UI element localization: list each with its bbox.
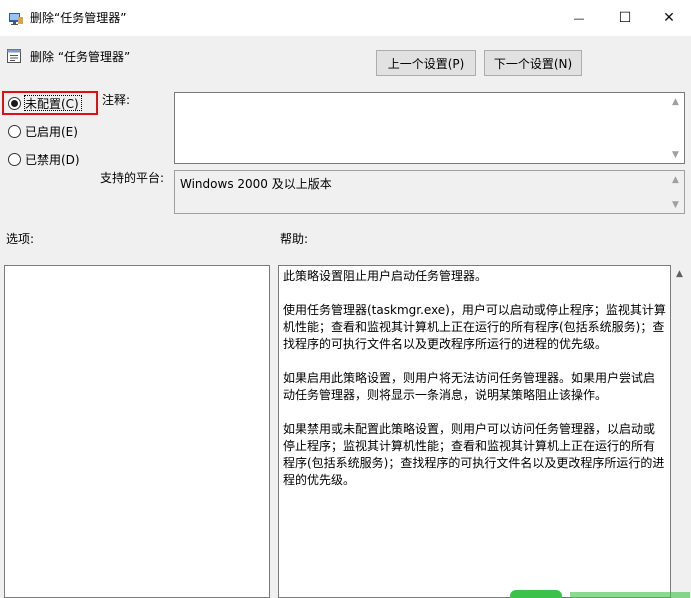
options-label: 选项: <box>6 232 35 246</box>
supported-platforms-field: Windows 2000 及以上版本 ▲ ▼ <box>174 170 685 214</box>
window-title: 删除“任务管理器” <box>30 11 127 25</box>
help-paragraph: 如果启用此策略设置，则用户将无法访问任务管理器。如果用户尝试启动任务管理器，则将… <box>283 371 656 402</box>
radio-label-enabled: 已启用(E) <box>25 124 78 139</box>
radio-not-configured[interactable]: 未配置(C) <box>8 93 79 113</box>
watermark-logo <box>510 590 690 598</box>
scroll-down-icon[interactable]: ▼ <box>667 146 684 163</box>
next-setting-button[interactable]: 下一个设置(N) <box>484 50 582 76</box>
help-paragraph: 使用任务管理器(taskmgr.exe)，用户可以启动或停止程序；监视其计算机性… <box>283 303 666 351</box>
scroll-up-icon[interactable]: ▲ <box>671 265 688 282</box>
previous-setting-button[interactable]: 上一个设置(P) <box>376 50 476 76</box>
radio-enabled[interactable]: 已启用(E) <box>8 121 78 141</box>
minimize-icon: — <box>573 11 585 25</box>
radio-label-not-configured: 未配置(C) <box>25 96 79 111</box>
scroll-up-icon[interactable]: ▲ <box>667 171 684 188</box>
scroll-up-icon[interactable]: ▲ <box>667 93 684 110</box>
radio-button[interactable] <box>8 152 21 166</box>
supported-platforms-value: Windows 2000 及以上版本 <box>180 177 332 191</box>
minimize-button[interactable]: — <box>556 0 602 36</box>
close-icon: ✕ <box>663 10 675 26</box>
group-policy-app-icon <box>9 13 23 25</box>
close-button[interactable]: ✕ <box>646 0 691 36</box>
maximize-button[interactable]: ☐ <box>602 0 648 36</box>
title-bar: 删除“任务管理器” — ☐ ✕ <box>0 0 691 36</box>
policy-header: 删除 “任务管理器” <box>6 46 130 66</box>
radio-dot <box>11 99 18 107</box>
help-label: 帮助: <box>280 232 309 246</box>
radio-button[interactable] <box>8 124 21 138</box>
comment-textarea[interactable]: ▲ ▼ <box>174 92 685 164</box>
scroll-down-icon[interactable]: ▼ <box>667 196 684 213</box>
help-panel: 此策略设置阻止用户启动任务管理器。 使用任务管理器(taskmgr.exe)，用… <box>278 265 671 598</box>
options-panel <box>4 265 270 598</box>
policy-title: 删除 “任务管理器” <box>30 49 131 64</box>
comment-label: 注释: <box>102 93 131 107</box>
radio-label-disabled: 已禁用(D) <box>25 152 80 167</box>
radio-button-selected[interactable] <box>8 96 21 110</box>
supported-platforms-label: 支持的平台: <box>100 171 165 185</box>
comment-value <box>175 93 684 103</box>
help-scrollbar[interactable]: ▲ <box>671 265 688 598</box>
policy-setting-icon <box>7 49 21 63</box>
maximize-icon: ☐ <box>618 10 632 26</box>
comment-scrollbar[interactable]: ▲ ▼ <box>667 93 684 163</box>
help-text: 此策略设置阻止用户启动任务管理器。 使用任务管理器(taskmgr.exe)，用… <box>279 266 670 508</box>
radio-disabled[interactable]: 已禁用(D) <box>8 149 80 169</box>
platform-scrollbar[interactable]: ▲ ▼ <box>667 171 684 213</box>
help-paragraph: 如果禁用或未配置此策略设置，则用户可以访问任务管理器，以启动或停止程序；监视其计… <box>283 422 665 487</box>
help-paragraph: 此策略设置阻止用户启动任务管理器。 <box>283 269 488 283</box>
